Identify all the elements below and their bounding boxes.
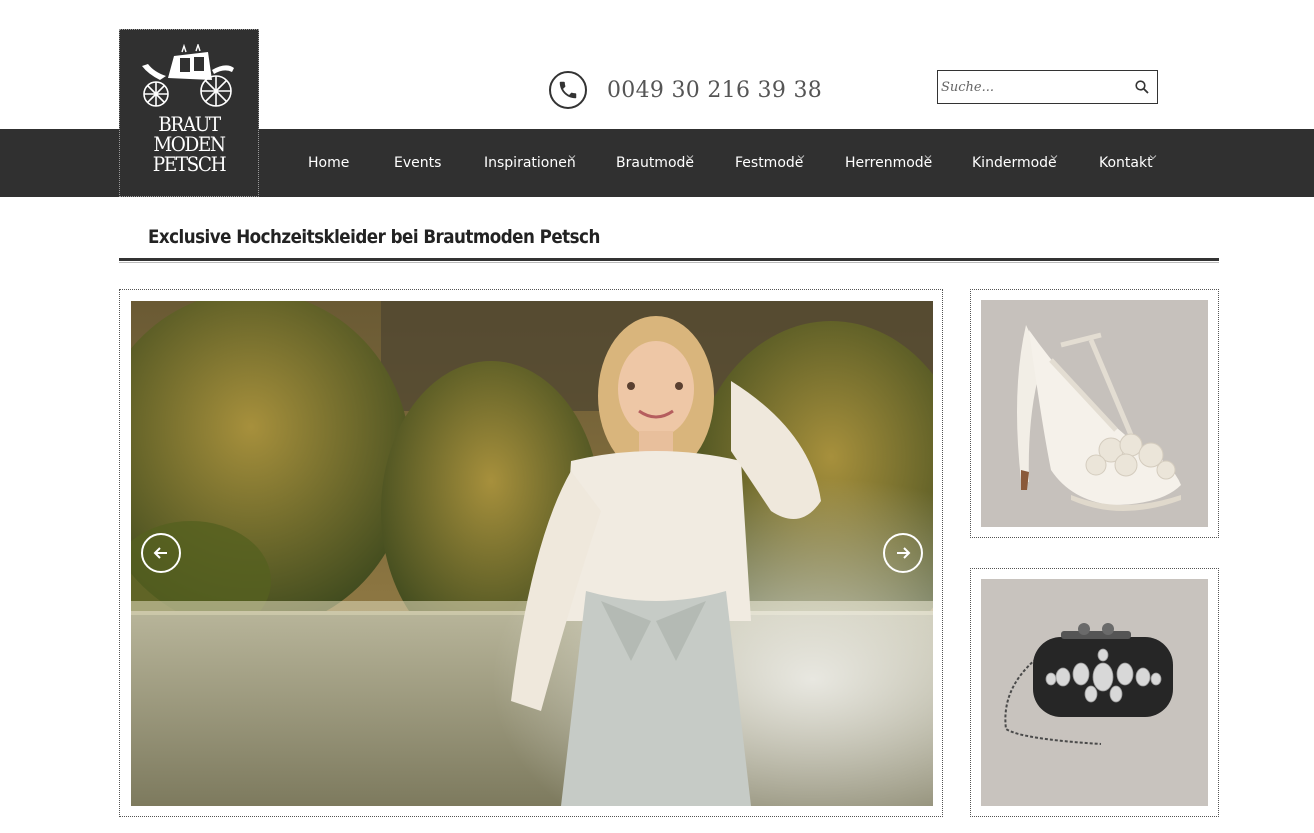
title-divider — [119, 258, 1219, 261]
image-slider[interactable] — [119, 289, 943, 817]
logo-line-1: BRAUT — [158, 112, 221, 136]
menu-item-inspirationen[interactable]: Inspirationen — [484, 129, 576, 197]
page-title: Exclusive Hochzeitskleider bei Brautmode… — [148, 226, 600, 248]
menu-label: Inspirationen — [484, 155, 576, 171]
menu-item-festmode[interactable]: Festmode — [735, 129, 805, 197]
search-box[interactable] — [937, 70, 1158, 104]
phone-contact[interactable]: 0049 30 216 39 38 — [549, 70, 822, 110]
chevron-down-icon — [924, 155, 932, 160]
menu-item-brautmode[interactable]: Brautmode — [616, 129, 694, 197]
menu-label: Home — [308, 155, 350, 171]
tile-clutch[interactable] — [970, 568, 1219, 817]
chevron-down-icon — [1149, 155, 1157, 160]
menu-label: Kindermode — [972, 155, 1057, 171]
menu-item-events[interactable]: Events — [394, 129, 441, 197]
menu-label: Brautmode — [616, 155, 695, 171]
arrow-right-icon — [897, 547, 911, 559]
menu-label: Festmode — [735, 155, 804, 171]
chevron-down-icon — [1050, 155, 1058, 160]
tile-image-bridal-shoe — [981, 300, 1208, 527]
logo-line-3: PETSCH — [152, 152, 227, 176]
menu-item-kontakt[interactable]: Kontakt — [1099, 129, 1157, 197]
chevron-down-icon — [568, 155, 576, 160]
menu-item-home[interactable]: Home — [308, 129, 349, 197]
logo-text: BRAUT MODEN PETSCH — [126, 114, 253, 174]
site-logo[interactable]: BRAUT MODEN PETSCH — [119, 29, 259, 197]
arrow-left-icon — [153, 547, 167, 559]
slider-prev-button[interactable] — [141, 533, 181, 573]
chevron-down-icon — [797, 155, 805, 160]
chevron-down-icon — [686, 155, 694, 160]
menu-label: Kontakt — [1099, 155, 1153, 171]
carriage-logo-icon — [142, 44, 234, 107]
title-divider-thin — [119, 262, 1219, 263]
logo-line-2: MODEN — [153, 132, 226, 156]
phone-number[interactable]: 0049 30 216 39 38 — [607, 78, 822, 103]
menu-label: Herrenmode — [845, 155, 933, 171]
menu-item-kindermode[interactable]: Kindermode — [972, 129, 1058, 197]
tile-image-clutch-bag — [981, 579, 1208, 806]
phone-icon — [549, 71, 587, 109]
search-icon[interactable] — [1135, 80, 1149, 94]
menu-label: Events — [394, 155, 442, 171]
slider-next-button[interactable] — [883, 533, 923, 573]
slider-image-woman-lace-blouse — [131, 301, 933, 806]
menu-item-herrenmode[interactable]: Herrenmode — [845, 129, 932, 197]
search-input[interactable] — [938, 71, 1128, 103]
tile-shoe[interactable] — [970, 289, 1219, 538]
